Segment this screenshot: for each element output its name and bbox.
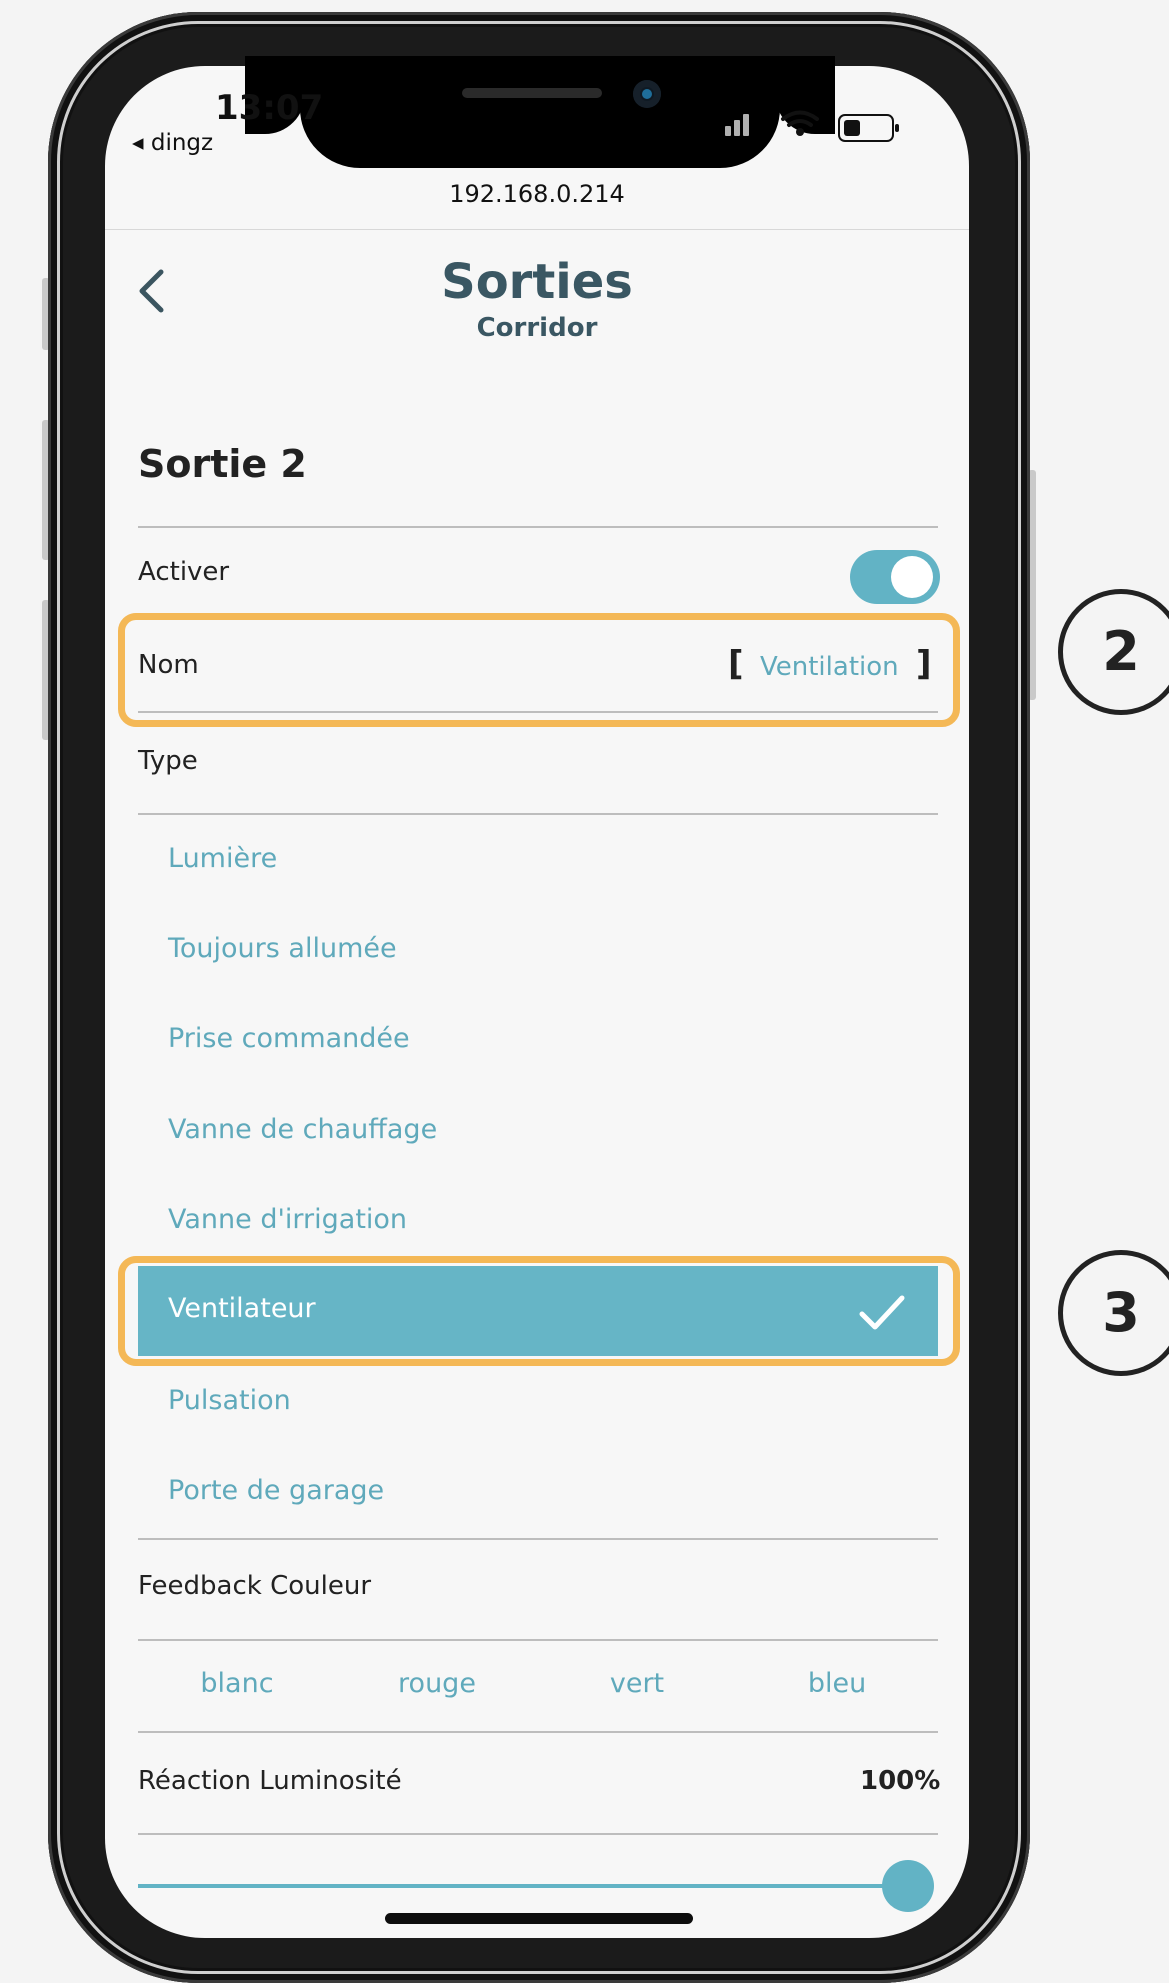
feedback-option-blanc[interactable]: blanc xyxy=(137,1668,337,1699)
toggle-knob xyxy=(891,556,933,598)
divider xyxy=(138,1833,938,1835)
divider xyxy=(138,1731,938,1733)
type-option-porte-garage[interactable]: Porte de garage xyxy=(168,1475,384,1506)
phone-screen xyxy=(105,66,969,1938)
type-option-pulsation[interactable]: Pulsation xyxy=(168,1385,291,1416)
back-to-app-link[interactable]: ◂ dingz xyxy=(132,130,213,156)
feedback-option-rouge[interactable]: rouge xyxy=(337,1668,537,1699)
notch xyxy=(300,56,780,168)
highlight-selected-type xyxy=(118,1256,960,1366)
status-time: 13:07 xyxy=(215,88,324,128)
type-label: Type xyxy=(138,746,198,776)
speaker xyxy=(462,88,602,98)
front-camera xyxy=(633,80,661,108)
url-label: 192.168.0.214 xyxy=(449,180,625,208)
feedback-label: Feedback Couleur xyxy=(138,1571,372,1601)
feedback-option-bleu[interactable]: bleu xyxy=(737,1668,937,1699)
highlight-name-row xyxy=(118,613,960,727)
brightness-label: Réaction Luminosité xyxy=(138,1766,402,1796)
feedback-option-vert[interactable]: vert xyxy=(537,1668,737,1699)
page-title: Sorties xyxy=(441,254,633,310)
url-divider xyxy=(105,229,969,230)
callout-3: 3 xyxy=(1058,1250,1169,1376)
brightness-slider-track[interactable] xyxy=(138,1884,908,1888)
section-title: Sortie 2 xyxy=(138,442,307,486)
home-indicator xyxy=(385,1913,693,1924)
type-option-prise-commandee[interactable]: Prise commandée xyxy=(168,1023,410,1054)
callout-2: 2 xyxy=(1058,589,1169,715)
type-option-lumiere[interactable]: Lumière xyxy=(168,843,277,874)
brightness-value: 100% xyxy=(860,1766,941,1796)
divider xyxy=(138,813,938,815)
battery-icon xyxy=(838,114,899,142)
wifi-icon xyxy=(725,106,825,150)
enable-label: Activer xyxy=(138,557,230,587)
brightness-slider-handle[interactable] xyxy=(882,1860,934,1912)
page-subtitle: Corridor xyxy=(476,313,598,343)
divider xyxy=(138,1639,938,1641)
type-option-vanne-irrigation[interactable]: Vanne d'irrigation xyxy=(168,1204,407,1235)
type-option-vanne-chauffage[interactable]: Vanne de chauffage xyxy=(168,1114,437,1145)
type-option-toujours-allumee[interactable]: Toujours allumée xyxy=(168,933,397,964)
divider xyxy=(138,1538,938,1540)
divider xyxy=(138,526,938,528)
